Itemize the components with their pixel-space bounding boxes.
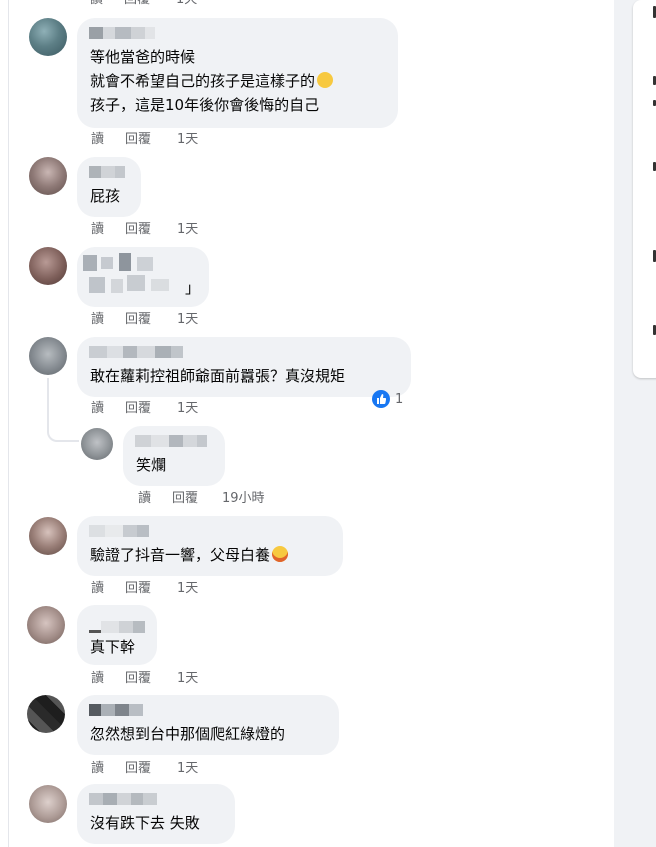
avatar[interactable] (29, 18, 67, 56)
read-link[interactable]: 讀 (91, 222, 104, 238)
author-name-redacted[interactable] (89, 27, 155, 39)
comment-text: 忽然想到台中那個爬紅綠燈的 (90, 725, 286, 743)
face-emoji (317, 72, 334, 88)
comment-text: 就會不希望自己的孩子是這樣子的 (90, 70, 334, 92)
comment-text: 等他當爸的時候 (90, 48, 196, 66)
laughing-crying-emoji (272, 546, 289, 562)
comment-bubble: 笑爛 (123, 426, 225, 486)
comment-bubble: 忽然想到台中那個爬紅綠燈的 (77, 695, 339, 755)
comment-text: 笑爛 (136, 456, 167, 474)
redacted-content (83, 253, 193, 299)
comment-text: 孩子，這是10年後你會後悔的自己 (90, 96, 320, 114)
comment-bubble: 」 (77, 247, 209, 307)
reply-link[interactable]: 回覆 (125, 581, 151, 597)
author-name-redacted[interactable] (89, 793, 157, 805)
read-link[interactable]: 讀 (91, 132, 104, 148)
reply-link[interactable]: 回覆 (125, 132, 151, 148)
avatar[interactable] (27, 695, 65, 733)
reply-link[interactable]: 回覆 (125, 671, 151, 687)
comment-time[interactable]: 1天 (177, 132, 198, 148)
read-link[interactable]: 讀 (91, 312, 104, 328)
author-name-redacted[interactable] (89, 704, 143, 716)
read-link[interactable]: 讀 (91, 581, 104, 597)
avatar[interactable] (29, 247, 67, 285)
feed-left-border (8, 0, 9, 847)
comment-time[interactable]: 1天 (176, 0, 197, 8)
reply-link[interactable]: 回覆 (125, 401, 151, 417)
comment-time[interactable]: 1天 (177, 671, 198, 687)
reaction-count: 1 (395, 391, 404, 407)
read-link[interactable]: 讀 (91, 761, 104, 777)
reply-link[interactable]: 回覆 (125, 761, 151, 777)
avatar[interactable] (27, 606, 65, 644)
comment-bubble: 驗證了抖音一響，父母白養 (77, 516, 343, 576)
read-link[interactable]: 讀 (90, 0, 103, 8)
avatar[interactable] (29, 337, 67, 375)
comment-bubble: 沒有跌下去 失敗 (77, 784, 235, 844)
reaction-summary[interactable]: 1 (372, 389, 403, 409)
comment-time[interactable]: 1天 (177, 312, 198, 328)
comment-time[interactable]: 1天 (177, 581, 198, 597)
comment-time[interactable]: 19小時 (222, 491, 265, 507)
read-link[interactable]: 讀 (91, 401, 104, 417)
comment-time[interactable]: 1天 (177, 222, 198, 238)
author-name-redacted[interactable] (89, 346, 183, 358)
comment-text: 真下幹 (90, 638, 136, 656)
avatar[interactable] (29, 157, 67, 195)
reply-link[interactable]: 回覆 (125, 222, 151, 238)
author-name-redacted[interactable] (89, 166, 125, 178)
reply-link[interactable]: 回覆 (125, 312, 151, 328)
reply-link[interactable]: 回覆 (172, 491, 198, 507)
avatar[interactable] (29, 785, 67, 823)
comment-bubble: 等他當爸的時候 就會不希望自己的孩子是這樣子的 孩子，這是10年後你會後悔的自己 (77, 18, 398, 128)
right-sidebar-card (633, 0, 656, 378)
author-name-redacted[interactable] (89, 525, 149, 537)
thread-line (47, 378, 79, 442)
author-name-redacted[interactable] (89, 621, 145, 633)
comment-bubble: 真下幹 (77, 605, 157, 665)
avatar[interactable] (29, 517, 67, 555)
read-link[interactable]: 讀 (91, 671, 104, 687)
author-name-redacted[interactable] (135, 435, 207, 447)
reply-link[interactable]: 回覆 (124, 0, 150, 8)
like-icon (372, 390, 390, 408)
comment-time[interactable]: 1天 (177, 761, 198, 777)
comment-time[interactable]: 1天 (177, 401, 198, 417)
comment-text: 驗證了抖音一響，父母白養 (90, 544, 289, 566)
comment-text: 敢在蘿莉控祖師爺面前囂張？真沒規矩 (90, 367, 346, 385)
avatar[interactable] (81, 428, 113, 460)
comment-text: 屁孩 (90, 187, 121, 205)
comment-text: 沒有跌下去 失敗 (90, 814, 200, 832)
read-link[interactable]: 讀 (138, 491, 151, 507)
comment-bubble: 敢在蘿莉控祖師爺面前囂張？真沒規矩 (77, 337, 411, 397)
comment-text: 」 (185, 279, 201, 297)
comment-bubble: 屁孩 (77, 157, 141, 217)
